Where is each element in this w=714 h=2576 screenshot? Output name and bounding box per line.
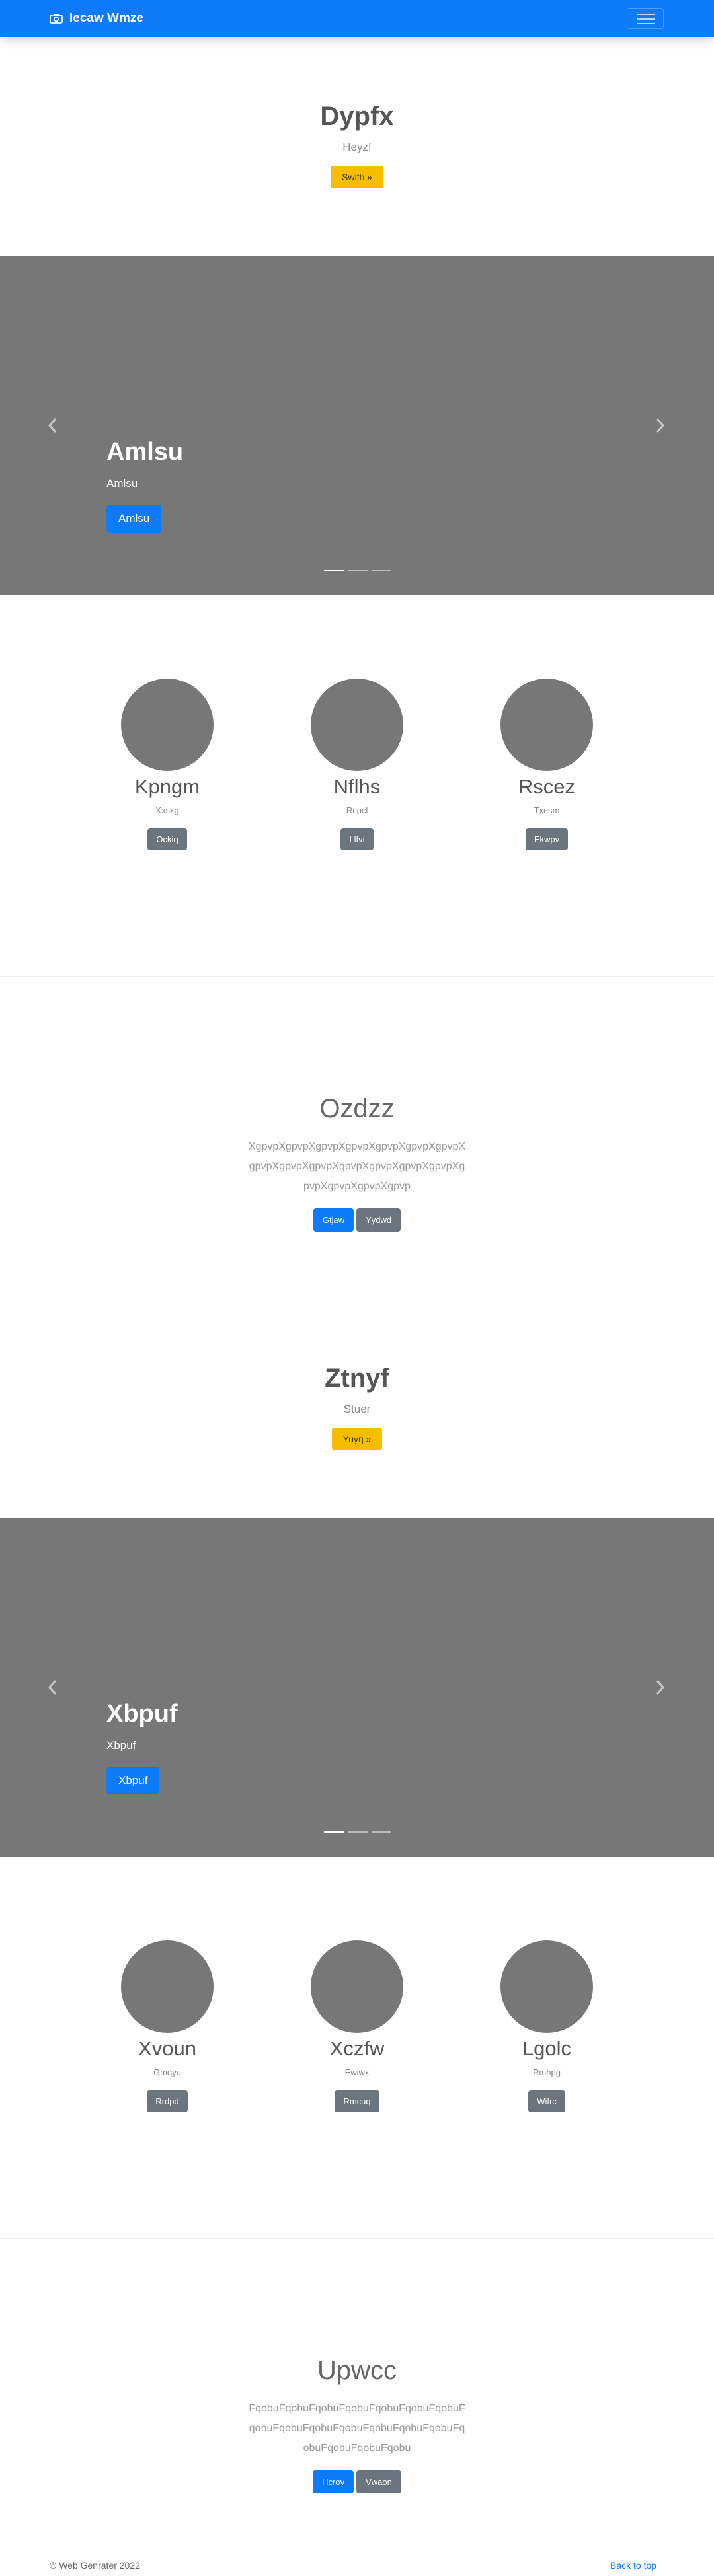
avatar: [121, 1940, 214, 2033]
carousel: Amlsu Amlsu Amlsu: [0, 256, 714, 595]
jumbotron-title: Upwcc: [317, 2356, 397, 2385]
hero-title: Dypfx: [320, 102, 394, 131]
member-role: Rcpcl: [346, 805, 368, 815]
carousel-indicator[interactable]: [348, 570, 368, 571]
carousel-text: Amlsu: [106, 477, 138, 490]
hamburger-line: [637, 23, 654, 24]
jumbotron-secondary-button[interactable]: Yydwd: [356, 1208, 401, 1232]
avatar: [121, 679, 214, 771]
hero-subtitle: Heyzf: [342, 141, 372, 153]
jumbotron-lead: XgpvpXgpvpXgpvpXgpvpXgpvpXgpvpXgpvpXgpvp…: [248, 1141, 466, 1192]
footer: © Web Genrater 2022 Back to top: [0, 2560, 714, 2573]
hero-button[interactable]: Swifh »: [331, 166, 383, 188]
jumbotron-secondary-button[interactable]: Vwaon: [356, 2470, 401, 2493]
carousel-indicator[interactable]: [324, 1831, 344, 1833]
avatar: [500, 1940, 593, 2033]
carousel-next-icon[interactable]: [656, 418, 665, 433]
avatar: [311, 1940, 403, 2033]
member-role: Txesm: [534, 805, 560, 815]
carousel-indicator[interactable]: [372, 1831, 391, 1833]
avatar: [311, 679, 403, 771]
carousel-button[interactable]: Xbpuf: [106, 1767, 160, 1794]
carousel-title: Amlsu: [106, 438, 184, 466]
team-member: Rscez Txesm Ekwpv: [481, 679, 613, 850]
member-name: Rscez: [518, 775, 576, 798]
jumbotron-lead: FqobuFqobuFqobuFqobuFqobuFqobuFqobuFqobu…: [249, 2403, 465, 2454]
member-role: Ewiwx: [344, 2067, 370, 2077]
member-button[interactable]: Rmcuq: [335, 2090, 379, 2112]
hamburger-menu-icon: [637, 14, 654, 15]
carousel-text: Xbpuf: [106, 1739, 136, 1751]
member-button[interactable]: Wifrc: [528, 2090, 565, 2112]
member-name: Nflhs: [333, 775, 381, 798]
team-member: Nflhs Rcpcl Llfvi: [291, 679, 423, 850]
navbar-toggler-button[interactable]: [627, 8, 664, 29]
navbar: Iecaw Wmze: [0, 0, 714, 37]
jumbotron-primary-button[interactable]: Gtjaw: [313, 1208, 354, 1232]
brand-text: Iecaw Wmze: [69, 11, 143, 25]
hero-title: Ztnyf: [325, 1364, 389, 1393]
member-button[interactable]: Rrdpd: [147, 2090, 188, 2112]
camera-icon: [50, 14, 63, 24]
team-member: Lgolc Rmhpg Wifrc: [481, 1940, 613, 2112]
hero-button[interactable]: Yuyrj »: [331, 1428, 383, 1450]
carousel-indicator[interactable]: [324, 570, 344, 571]
member-role: Xxsxg: [155, 805, 179, 815]
team-member: Xczfw Ewiwx Rmcuq: [291, 1940, 423, 2112]
carousel-next-icon[interactable]: [656, 1679, 665, 1695]
carousel-caption: Xbpuf Xbpuf Xbpuf: [106, 1700, 178, 1794]
carousel-caption: Amlsu Amlsu Amlsu: [106, 438, 183, 533]
hamburger-line: [637, 18, 654, 20]
member-button[interactable]: Ockiq: [147, 828, 187, 850]
team-member: Xvoun Gmqyu Rrdpd: [101, 1940, 233, 2112]
avatar: [500, 679, 593, 771]
hero-section: Dypfx Heyzf Swifh »: [0, 102, 714, 188]
hero-section: Ztnyf Stuer Yuyrj »: [0, 1364, 714, 1450]
jumbotron-primary-button[interactable]: Hcrov: [313, 2470, 354, 2493]
jumbotron: Ozdzz XgpvpXgpvpXgpvpXgpvpXgpvpXgpvpXgpv…: [0, 1094, 714, 1232]
carousel-button[interactable]: Amlsu: [106, 505, 162, 533]
member-button[interactable]: Ekwpv: [525, 828, 569, 850]
jumbotron-title: Ozdzz: [319, 1094, 395, 1123]
back-to-top-link[interactable]: Back to top: [610, 2560, 656, 2571]
team-member: Kpngm Xxsxg Ockiq: [101, 679, 233, 850]
carousel-indicators: [324, 1831, 391, 1833]
hero-subtitle: Stuer: [343, 1403, 371, 1415]
brand-link[interactable]: Iecaw Wmze: [50, 0, 143, 37]
member-button[interactable]: Llfvi: [340, 828, 374, 850]
carousel-prev-icon[interactable]: [48, 1679, 57, 1695]
member-name: Kpngm: [134, 775, 200, 798]
carousel: Xbpuf Xbpuf Xbpuf: [0, 1518, 714, 1857]
member-name: Xczfw: [329, 2037, 385, 2060]
jumbotron: Upwcc FqobuFqobuFqobuFqobuFqobuFqobuFqob…: [0, 2356, 714, 2493]
member-role: Gmqyu: [153, 2067, 181, 2077]
section-divider: [0, 976, 714, 977]
footer-copyright: © Web Genrater 2022: [50, 2560, 140, 2571]
carousel-indicator[interactable]: [372, 570, 391, 571]
carousel-indicators: [324, 570, 391, 571]
member-role: Rmhpg: [533, 2067, 561, 2077]
carousel-title: Xbpuf: [106, 1700, 178, 1728]
member-name: Xvoun: [138, 2037, 196, 2060]
carousel-prev-icon[interactable]: [48, 418, 57, 433]
carousel-indicator[interactable]: [348, 1831, 368, 1833]
member-name: Lgolc: [522, 2037, 572, 2060]
section-divider: [0, 2238, 714, 2239]
